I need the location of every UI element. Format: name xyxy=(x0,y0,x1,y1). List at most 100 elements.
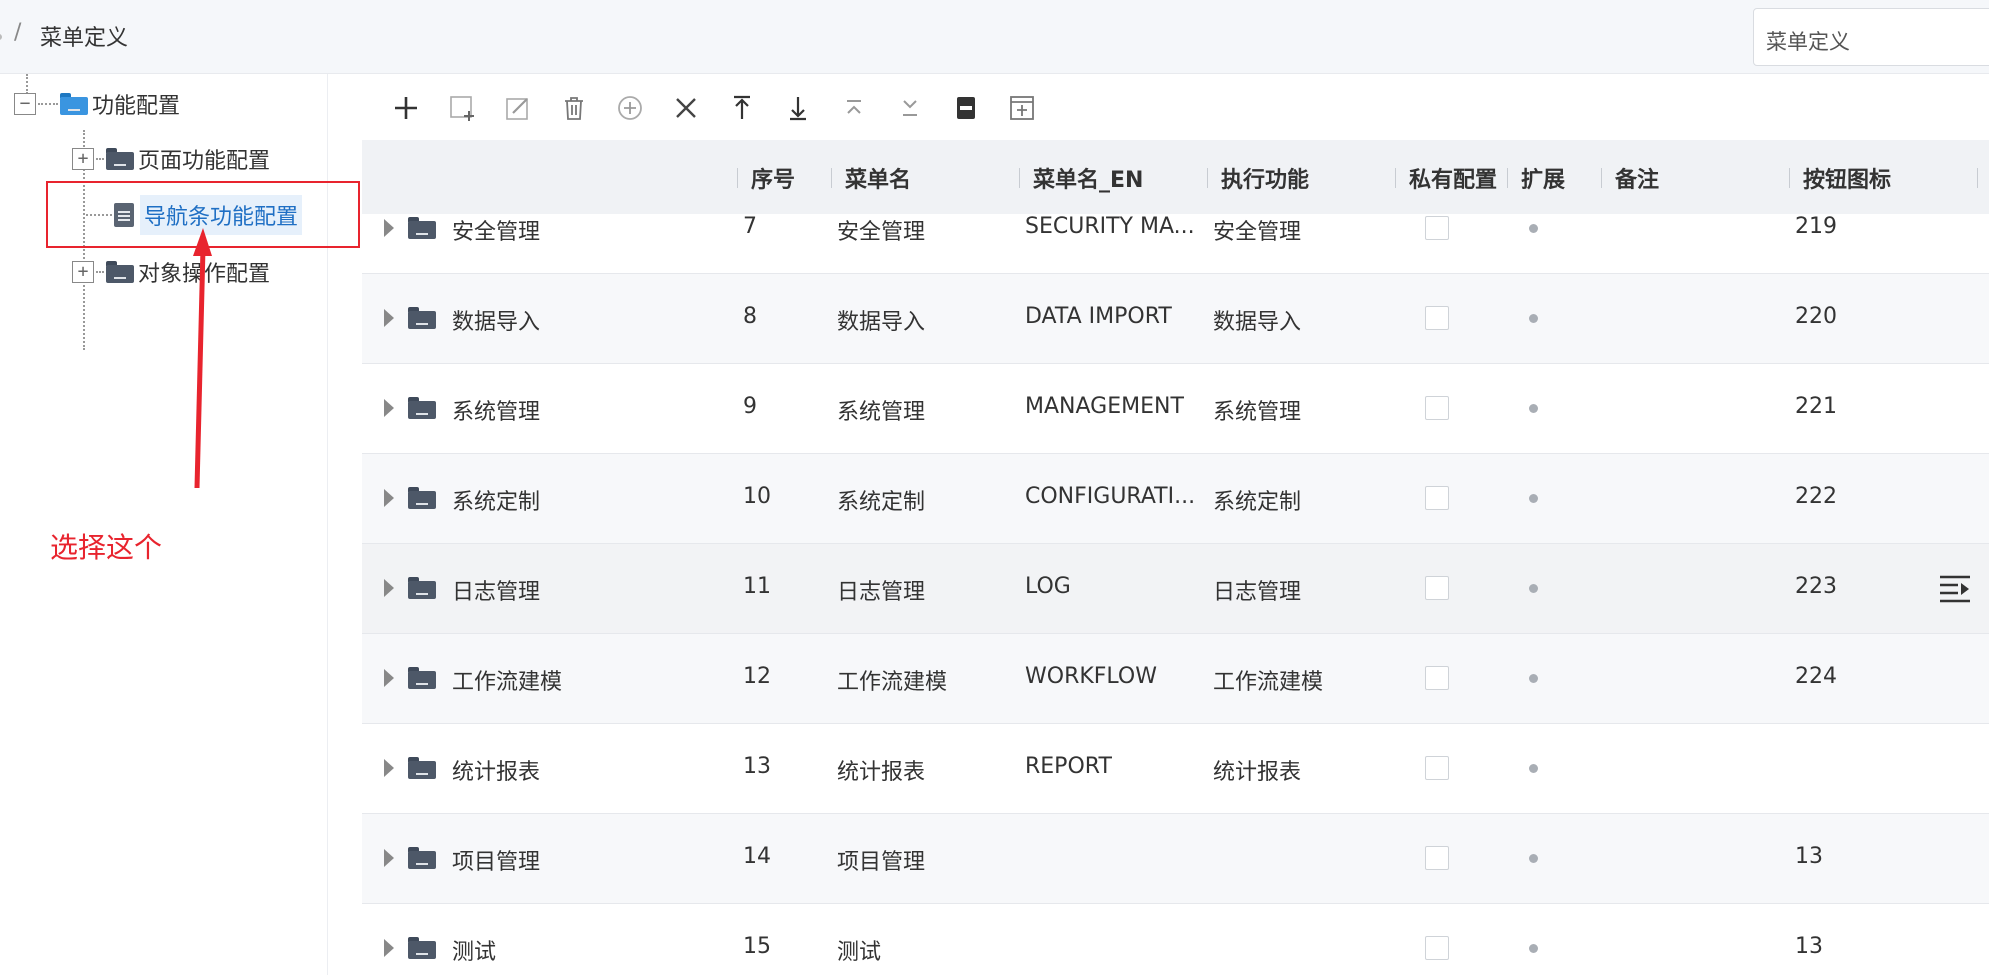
delete-button[interactable] xyxy=(554,88,594,128)
move-bottom-icon xyxy=(790,97,806,121)
extend-indicator xyxy=(1529,584,1538,593)
folder-icon xyxy=(106,261,134,283)
expand-row-icon[interactable] xyxy=(384,399,394,417)
extend-indicator xyxy=(1529,854,1538,863)
move-bottom-button[interactable] xyxy=(778,88,818,128)
top-search-input[interactable]: 菜单定义 xyxy=(1753,8,1989,66)
private-config-checkbox[interactable] xyxy=(1425,486,1449,510)
folder-open-icon xyxy=(60,93,88,115)
expand-icon[interactable]: + xyxy=(72,261,94,283)
expand-icon[interactable]: + xyxy=(72,148,94,170)
private-config-checkbox[interactable] xyxy=(1425,216,1449,240)
expand-row-icon[interactable] xyxy=(384,489,394,507)
move-up-button[interactable] xyxy=(834,88,874,128)
row-function: 系统定制 xyxy=(1213,490,1302,515)
row-button-icon: 224 xyxy=(1795,664,1837,689)
move-down-icon xyxy=(903,100,917,116)
column-header-extend[interactable]: 扩展 xyxy=(1521,162,1565,194)
insert-button[interactable] xyxy=(1002,88,1042,128)
private-config-checkbox[interactable] xyxy=(1425,846,1449,870)
table-row[interactable]: 系统管理 9 系统管理 MANAGEMENT 系统管理 221 xyxy=(362,364,1989,454)
row-function: 日志管理 xyxy=(1213,580,1302,605)
table-body: 安全管理 7 安全管理 SECURITY MA... 安全管理 219 数据导入… xyxy=(362,214,1989,975)
add-child-button[interactable] xyxy=(442,88,482,128)
private-config-checkbox[interactable] xyxy=(1425,756,1449,780)
tree-connector xyxy=(96,271,104,273)
close-button[interactable] xyxy=(666,88,706,128)
tree-node-page-function[interactable]: + 页面功能配置 xyxy=(72,141,270,177)
table-row[interactable]: 日志管理 11 日志管理 LOG 日志管理 223 xyxy=(362,544,1989,634)
collapse-icon[interactable]: − xyxy=(14,93,36,115)
row-name: 工作流建模 xyxy=(452,670,563,695)
tree-node-object-operation[interactable]: + 对象操作配置 xyxy=(72,254,270,290)
tree-node-root[interactable]: − 功能配置 xyxy=(14,86,180,122)
table-row[interactable]: 统计报表 13 统计报表 REPORT 统计报表 xyxy=(362,724,1989,814)
table-row[interactable]: 项目管理 14 项目管理 13 xyxy=(362,814,1989,904)
expand-row-icon[interactable] xyxy=(384,939,394,957)
row-function: 系统管理 xyxy=(1213,400,1302,425)
row-menu-name: 测试 xyxy=(837,940,882,965)
top-bar: / 菜单定义 菜单定义 xyxy=(0,0,1989,74)
edit-icon xyxy=(506,98,528,120)
private-config-checkbox[interactable] xyxy=(1425,576,1449,600)
private-config-checkbox[interactable] xyxy=(1425,396,1449,420)
expand-row-icon[interactable] xyxy=(384,759,394,777)
extend-indicator xyxy=(1529,674,1538,683)
folder-icon xyxy=(408,847,436,869)
private-config-checkbox[interactable] xyxy=(1425,936,1449,960)
row-seq: 15 xyxy=(743,934,771,959)
row-menu-name-en: CONFIGURATI... xyxy=(1025,484,1196,509)
table-row[interactable]: 测试 15 测试 13 私 xyxy=(362,904,1989,975)
folder-icon xyxy=(408,937,436,959)
row-name: 统计报表 xyxy=(452,760,541,785)
private-config-checkbox[interactable] xyxy=(1425,666,1449,690)
add-button[interactable] xyxy=(386,88,426,128)
row-menu-icon[interactable] xyxy=(1938,572,1972,604)
folder-icon xyxy=(408,757,436,779)
column-header-button-icon[interactable]: 按钮图标 xyxy=(1803,162,1891,194)
expand-row-icon[interactable] xyxy=(384,309,394,327)
column-separator xyxy=(1789,168,1790,188)
breadcrumb-current: 菜单定义 xyxy=(40,26,129,51)
table-row[interactable]: 数据导入 8 数据导入 DATA IMPORT 数据导入 220 xyxy=(362,274,1989,364)
row-menu-name-en: DATA IMPORT xyxy=(1025,304,1172,329)
row-button-icon: 219 xyxy=(1795,214,1837,239)
column-header-function[interactable]: 执行功能 xyxy=(1221,162,1309,194)
private-config-checkbox[interactable] xyxy=(1425,306,1449,330)
row-menu-name-en: WORKFLOW xyxy=(1025,664,1157,689)
table-row[interactable]: 工作流建模 12 工作流建模 WORKFLOW 工作流建模 224 xyxy=(362,634,1989,724)
row-button-icon: 13 xyxy=(1795,844,1823,869)
row-seq: 12 xyxy=(743,664,771,689)
expand-row-icon[interactable] xyxy=(384,219,394,237)
add-circle-button[interactable] xyxy=(610,88,650,128)
row-name: 系统定制 xyxy=(452,490,541,515)
move-down-button[interactable] xyxy=(890,88,930,128)
tree-connector xyxy=(96,158,104,160)
close-icon xyxy=(676,98,696,118)
edit-button[interactable] xyxy=(498,88,538,128)
save-button[interactable] xyxy=(946,88,986,128)
column-separator xyxy=(737,168,738,188)
column-header-menu[interactable]: 菜单名 xyxy=(845,162,911,194)
row-seq: 14 xyxy=(743,844,771,869)
column-separator xyxy=(1601,168,1602,188)
delete-icon xyxy=(565,97,583,120)
expand-row-icon[interactable] xyxy=(384,579,394,597)
folder-icon xyxy=(408,487,436,509)
column-header-private[interactable]: 私有配置 xyxy=(1409,162,1497,194)
row-name: 日志管理 xyxy=(452,580,541,605)
row-seq: 7 xyxy=(743,214,757,239)
expand-row-icon[interactable] xyxy=(384,849,394,867)
column-header-remark[interactable]: 备注 xyxy=(1615,162,1659,194)
expand-row-icon[interactable] xyxy=(384,669,394,687)
table-row[interactable]: 安全管理 7 安全管理 SECURITY MA... 安全管理 219 xyxy=(362,214,1989,274)
move-top-button[interactable] xyxy=(722,88,762,128)
column-header-menu-en[interactable]: 菜单名_EN xyxy=(1033,162,1143,194)
row-name: 项目管理 xyxy=(452,850,541,875)
row-menu-name: 系统管理 xyxy=(837,400,926,425)
column-header-seq[interactable]: 序号 xyxy=(751,162,795,194)
table-row[interactable]: 系统定制 10 系统定制 CONFIGURATI... 系统定制 222 xyxy=(362,454,1989,544)
insert-icon xyxy=(1010,96,1034,120)
row-menu-name-en: LOG xyxy=(1025,574,1071,599)
row-menu-name: 安全管理 xyxy=(837,220,926,245)
